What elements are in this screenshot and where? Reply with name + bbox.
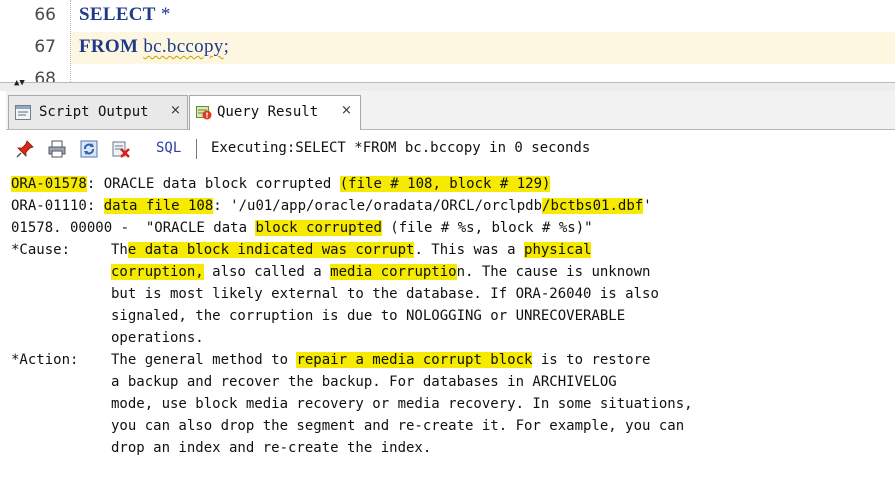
line-number: 67 xyxy=(34,37,56,57)
highlight: data file 108 xyxy=(103,198,214,214)
sql-editor[interactable]: 66 67 68 SELECT * FROM bc.bccopy; xyxy=(0,0,895,82)
highlight: ORA-01578 xyxy=(11,176,87,192)
pin-icon[interactable] xyxy=(16,140,34,158)
action-text: a backup and recover the backup. For dat… xyxy=(111,374,617,390)
error-line: ORA-01110: data file 108: '/u01/app/orac… xyxy=(11,198,652,214)
splitter-arrows-icon[interactable]: ▲▼ xyxy=(14,79,25,88)
cause-text: corruption, also called a media corrupti… xyxy=(111,264,651,280)
highlight: physical xyxy=(524,242,592,258)
tab-label: Script Output xyxy=(39,104,149,120)
highlight: block corrupted xyxy=(255,220,382,236)
highlight: media corruptio xyxy=(330,264,457,280)
cause-text: The data block indicated was corrupt. Th… xyxy=(111,242,592,258)
code-line[interactable]: SELECT * xyxy=(71,0,895,32)
cause-label: *Cause: xyxy=(11,242,71,258)
close-icon[interactable]: × xyxy=(170,103,181,118)
tab-label: Query Result xyxy=(217,104,319,120)
error-output: ORA-01578: ORACLE data block corrupted (… xyxy=(6,169,895,477)
tab-script-output[interactable]: Script Output × xyxy=(8,95,188,129)
cause-text: signaled, the corruption is due to NOLOG… xyxy=(111,308,626,324)
cause-text: but is most likely external to the datab… xyxy=(111,286,659,302)
code-line-current[interactable]: FROM bc.bccopy; xyxy=(71,32,895,64)
script-output-icon xyxy=(15,105,31,120)
tab-query-result[interactable]: Query Result × xyxy=(189,95,361,130)
error-line: 01578. 00000 - "ORACLE data block corrup… xyxy=(11,220,593,236)
highlight: corruption, xyxy=(111,264,204,280)
result-toolbar: SQL Executing:SELECT *FROM bc.bccopy in … xyxy=(6,130,895,168)
highlight: repair a media corrupt block xyxy=(296,352,533,368)
line-number-gutter: 66 67 68 xyxy=(0,0,70,82)
code-text: FROM bc.bccopy; xyxy=(79,36,230,57)
action-label: *Action: xyxy=(11,352,79,368)
execution-status: Executing:SELECT *FROM bc.bccopy in 0 se… xyxy=(211,140,591,156)
results-panel: Script Output × Query Result × SQL Execu… xyxy=(0,91,895,477)
highlight: e data block indicated was corrupt xyxy=(127,242,415,258)
toolbar-divider xyxy=(196,139,197,159)
print-icon[interactable] xyxy=(48,140,66,158)
action-text: The general method to repair a media cor… xyxy=(111,352,651,368)
export-error-icon[interactable] xyxy=(112,140,130,158)
sql-keyword: SELECT xyxy=(79,4,156,25)
action-text: drop an index and re-create the index. xyxy=(111,440,432,456)
cause-text: operations. xyxy=(111,330,204,346)
error-line: ORA-01578: ORACLE data block corrupted (… xyxy=(11,176,551,192)
result-tabbar: Script Output × Query Result × xyxy=(6,91,895,130)
line-number: 66 xyxy=(34,5,56,25)
highlight: (file # 108, block # 129) xyxy=(339,176,551,192)
highlight: /bctbs01.dbf xyxy=(542,198,644,214)
warning-underline-text: bc.bccopy xyxy=(143,36,224,57)
query-error-icon xyxy=(196,106,212,120)
code-text: SELECT * xyxy=(79,4,171,25)
refresh-icon[interactable] xyxy=(80,140,98,158)
action-text: mode, use block media recovery or media … xyxy=(111,396,693,412)
sql-link[interactable]: SQL xyxy=(156,140,181,156)
action-text: you can also drop the segment and re-cre… xyxy=(111,418,685,434)
close-icon[interactable]: × xyxy=(341,103,352,118)
sql-keyword: FROM xyxy=(79,36,139,57)
